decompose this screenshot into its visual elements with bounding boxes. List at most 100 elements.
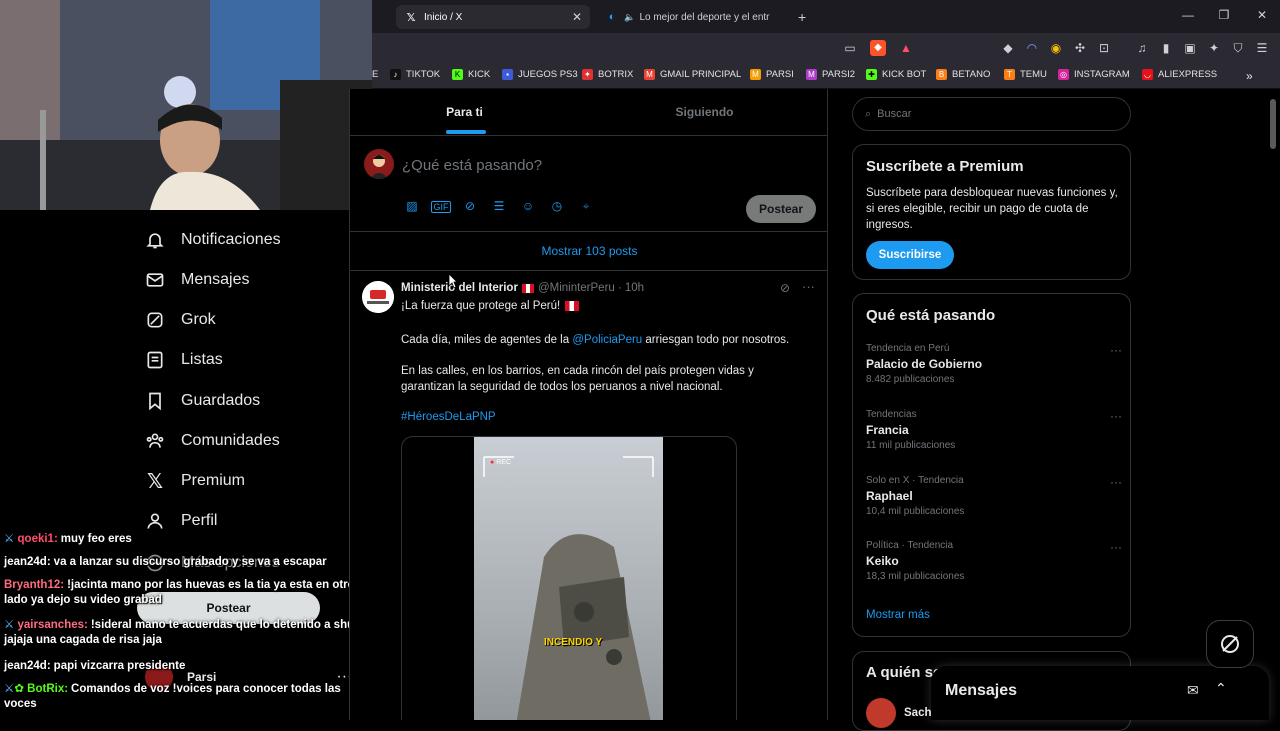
bookmarks-bar: E ♪ TIKTOK K KICK ▪ JUEGOS PS3 ✦ BOTRIX M GMA… [372,63,1280,89]
new-tab-button[interactable]: + [790,5,814,29]
show-more-trends-link[interactable]: Mostrar más [866,609,930,621]
extension-diamond-icon[interactable]: ◆ [1000,40,1016,56]
bookmark-kick[interactable]: K KICK [452,69,490,80]
site-favicon-icon: ◐ [608,11,616,23]
peru-flag-icon [521,283,534,293]
tab-siguiendo[interactable]: Siguiendo [590,89,819,135]
bookmark-parsi2[interactable]: M PARSI2 [806,69,855,80]
chrome-extension-icon[interactable]: ◉ [1048,40,1064,56]
chat-message: jean24d: va a lanzar su discurso grabado … [4,556,327,568]
brave-rewards-icon[interactable]: ▲ [898,40,914,56]
ai-icon[interactable]: ✦ [1206,40,1222,56]
speaker-icon[interactable]: 🔈 [624,12,635,23]
minimize-icon[interactable]: — [1178,8,1198,22]
wallet-icon[interactable]: ▣ [1182,40,1198,56]
chat-message: Bryanth12: !jacinta mano por las huevas e… [4,579,355,606]
post-handle[interactable]: @MininterPeru [538,282,615,294]
messages-drawer[interactable]: Mensajes ✉ ⌃ [931,666,1269,720]
bookmark-botrix[interactable]: ✦ BOTRIX [582,69,633,80]
image-icon[interactable]: ▨ [402,199,422,214]
avatar[interactable] [364,149,394,179]
tab-deporte[interactable]: ◐ 🔈 Lo mejor del deporte y el entreten [598,5,778,29]
mention-link[interactable]: @PoliciaPeru [572,334,642,346]
emoji-icon[interactable]: ☺ [518,199,538,214]
music-icon[interactable]: ♫ [1134,40,1150,56]
bookmark-parsi[interactable]: M PARSI [750,69,794,80]
menu-icon[interactable]: ☰ [1254,40,1270,56]
brave-shield-icon[interactable]: ◆ [870,40,886,56]
gif-icon[interactable]: GIF [431,201,451,213]
chat-message: jean24d: papi vizcarra presidente [4,660,186,672]
tab-inicio-x[interactable]: 𝕏 Inicio / X ✕ [396,5,590,29]
post-avatar[interactable] [362,281,394,313]
trend-more-icon[interactable]: ··· [1110,475,1122,489]
video-player[interactable]: ● REC INCENDIO Y [474,437,663,720]
bookmark-icon [145,391,165,411]
follow-suggestion[interactable]: Sacha [866,698,938,728]
scrollbar[interactable] [1270,99,1276,149]
x-favicon-icon: 𝕏 [406,11,416,24]
poll-icon[interactable]: ☰ [489,199,509,214]
trending-title: Qué está pasando [866,307,996,324]
bookmarks-overflow-icon[interactable]: » [1246,69,1253,83]
trend-item[interactable]: Política · Tendencia Keiko 18,3 mil publ… [866,540,1122,582]
sword-badge-icon: ⚔ [4,533,15,545]
nav-mensajes[interactable]: Mensajes [145,264,249,296]
tab-para-ti[interactable]: Para ti [350,89,579,135]
nav-comunidades[interactable]: Comunidades [145,425,280,457]
show-more-posts[interactable]: Mostrar 103 posts [350,232,827,270]
post-header: Ministerio del Interior @MininterPeru · … [401,282,644,294]
active-tab-indicator [446,130,486,134]
trend-item[interactable]: Solo en X · Tendencia Raphael 10,4 mil p… [866,475,1122,517]
close-window-icon[interactable]: ✕ [1252,8,1272,22]
trend-more-icon[interactable]: ··· [1110,343,1122,357]
compose-input[interactable]: ¿Qué está pasando? [402,157,542,174]
grok-explain-icon[interactable]: ⊘ [780,281,790,295]
trend-more-icon[interactable]: ··· [1110,409,1122,423]
post-more-icon[interactable]: ··· [802,279,815,294]
grok-floating-button[interactable] [1206,620,1254,668]
divider [350,270,827,271]
nav-premium[interactable]: 𝕏 Premium [145,465,245,497]
post-button[interactable]: Postear [746,195,816,223]
puzzle-icon[interactable]: ✣ [1072,40,1088,56]
gmail-icon: M [644,69,655,80]
post-time[interactable]: · 10h [618,282,644,294]
sword-badge-icon: ⚔ [4,619,15,631]
trend-item[interactable]: Tendencia en Perú Palacio de Gobierno 8.… [866,343,1122,385]
sidebar-icon[interactable]: ▮ [1158,40,1174,56]
bookmark-juegos-ps3[interactable]: ▪ JUEGOS PS3 [502,69,578,80]
nav-notificaciones[interactable]: Notificaciones [145,224,281,256]
vpn-icon[interactable]: ⛉ [1230,40,1246,56]
post-media[interactable]: ● REC INCENDIO Y [401,436,737,720]
expand-drawer-icon[interactable]: ⌃ [1215,680,1227,697]
right-column: ⌕ Buscar Suscríbete a Premium Suscríbete… [828,89,1280,731]
bookmark-betano[interactable]: B BETANO [936,69,990,80]
nav-guardados[interactable]: Guardados [145,385,260,417]
bookmark-e[interactable]: E [372,69,378,80]
trend-item[interactable]: Tendencias Francia 11 mil publicaciones … [866,409,1122,451]
trend-more-icon[interactable]: ··· [1110,540,1122,554]
schedule-icon[interactable]: ◷ [547,199,567,214]
maximize-icon[interactable]: ❐ [1214,8,1234,22]
new-message-icon[interactable]: ✉ [1187,682,1199,699]
bookmark-aliexpress[interactable]: ◡ ALIEXPRESS [1142,69,1217,80]
nav-listas[interactable]: Listas [145,344,223,376]
post-author[interactable]: Ministerio del Interior [401,282,518,294]
bookmark-tiktok[interactable]: ♪ TIKTOK [390,69,440,80]
grok-compose-icon[interactable]: ⊘ [460,199,480,214]
bookmark-gmail[interactable]: M GMAIL PRINCIPAL [644,69,741,80]
subscribe-button[interactable]: Suscribirse [866,241,954,269]
nav-grok[interactable]: Grok [145,304,216,336]
hashtag-link[interactable]: #HéroesDeLaPNP [401,411,496,423]
screenshot-icon[interactable]: ⊡ [1096,40,1112,56]
kick-bot-icon: ✚ [866,69,877,80]
search-input[interactable]: ⌕ Buscar [852,97,1131,131]
bookmark-kick-bot[interactable]: ✚ KICK BOT [866,69,926,80]
bookmark-instagram[interactable]: ◎ INSTAGRAM [1058,69,1130,80]
bookmark-temu[interactable]: T TEMU [1004,69,1047,80]
close-tab-icon[interactable]: ✕ [572,10,582,24]
extension-arc-icon[interactable]: ◠ [1024,40,1040,56]
location-icon[interactable]: ⌖ [576,199,596,214]
screen-share-icon[interactable]: ▭ [842,40,858,56]
